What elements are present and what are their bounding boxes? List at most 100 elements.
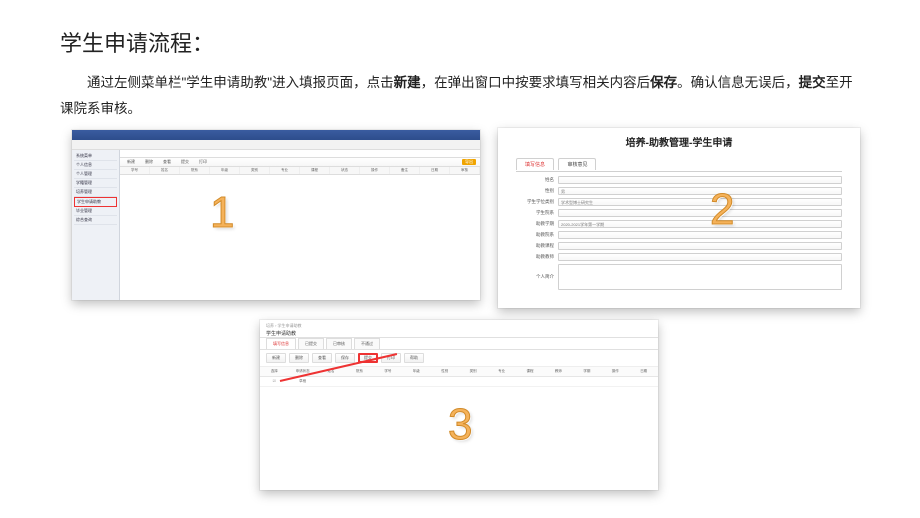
label-student-dept: 学生院系 (516, 210, 558, 216)
field-ta-teacher[interactable] (558, 253, 842, 261)
new-button[interactable]: 新建 (124, 159, 138, 165)
breadcrumb: 培养 › 学生申请助教 (266, 323, 652, 329)
field-bio[interactable] (558, 264, 842, 290)
screenshot-1: 系统菜单 个人信息 个人管理 学籍管理 培养管理 学生申请助教 毕业管理 综合查… (72, 130, 480, 300)
cell (544, 379, 572, 384)
bold-save: 保存 (650, 75, 677, 90)
cell (629, 379, 657, 384)
col: 院系 (345, 369, 373, 374)
col: 审核 (450, 167, 480, 174)
field-name[interactable] (558, 176, 842, 184)
col: 教师 (544, 369, 572, 374)
col: 备注 (390, 167, 420, 174)
page-title: 学生申请流程： (0, 0, 920, 58)
col: 课程 (516, 369, 544, 374)
label-name: 姓名 (516, 177, 558, 183)
help-button[interactable]: 帮助 (404, 353, 424, 363)
col: 课程 (300, 167, 330, 174)
field-gender[interactable]: 男 (558, 187, 842, 195)
tab-approved[interactable]: 已审核 (326, 338, 352, 349)
cell (573, 379, 601, 384)
field-ta-dept[interactable] (558, 231, 842, 239)
screenshot-2: 培养-助教管理-学生申请 填写信息 审核意见 姓名 性别男 学生学位类别学术型博… (498, 128, 860, 308)
table-header: 学号 姓名 院系 年级 类别 专业 课程 状态 操作 备注 日期 审核 (120, 167, 480, 175)
content-tabs (120, 150, 480, 158)
cell (601, 379, 629, 384)
desc-text: ，在弹出窗口中按要求填写相关内容后 (421, 75, 651, 90)
col: 操作 (360, 167, 390, 174)
tab-draft[interactable]: 填写信息 (266, 338, 296, 349)
label-gender: 性别 (516, 188, 558, 194)
sidebar-item[interactable]: 毕业管理 (74, 207, 117, 216)
desc-text: 通过左侧菜单栏"学生申请助教"进入填报页面，点击 (87, 75, 394, 90)
col: 性别 (431, 369, 459, 374)
col: 选择 (260, 369, 288, 374)
instruction-paragraph: 通过左侧菜单栏"学生申请助教"进入填报页面，点击新建，在弹出窗口中按要求填写相关… (0, 58, 920, 121)
sidebar-item-apply-ta[interactable]: 学生申请助教 (74, 197, 117, 207)
label-ta-dept: 助教院系 (516, 232, 558, 238)
bold-new: 新建 (394, 75, 421, 90)
col: 学期 (573, 369, 601, 374)
tab-review[interactable]: 审核意见 (558, 158, 596, 170)
app-menubar (72, 140, 480, 150)
view-button[interactable]: 查看 (312, 353, 332, 363)
sidebar-item[interactable]: 学籍管理 (74, 179, 117, 188)
step-number-1: 1 (210, 188, 234, 238)
sidebar-item[interactable]: 培养管理 (74, 188, 117, 197)
submit-button[interactable]: 提交 (178, 159, 192, 165)
col: 专业 (487, 369, 515, 374)
empty-table-body (120, 175, 480, 300)
desc-text: 。确认信息无误后， (677, 75, 799, 90)
tab-submitted[interactable]: 已提交 (298, 338, 324, 349)
sidebar: 系统菜单 个人信息 个人管理 学籍管理 培养管理 学生申请助教 毕业管理 综合查… (72, 150, 120, 300)
field-ta-term[interactable]: 2020-2021学年第一学期 (558, 220, 842, 228)
col: 类别 (459, 369, 487, 374)
status-tabs: 填写信息 已提交 已审核 不通过 (260, 338, 658, 350)
col: 日期 (629, 369, 657, 374)
sidebar-item[interactable]: 个人信息 (74, 161, 117, 170)
print-button[interactable]: 打印 (196, 159, 210, 165)
app-titlebar (72, 130, 480, 140)
bold-submit: 提交 (799, 75, 826, 90)
cell (345, 379, 373, 384)
field-degree-type[interactable]: 学术型博士研究生 (558, 198, 842, 206)
save-button[interactable]: 保存 (335, 353, 355, 363)
field-student-dept[interactable] (558, 209, 842, 217)
label-bio: 个人简介 (516, 274, 558, 280)
view-button[interactable]: 查看 (160, 159, 174, 165)
cell (516, 379, 544, 384)
sidebar-item[interactable]: 系统菜单 (74, 152, 117, 161)
cell (374, 379, 402, 384)
field-ta-course[interactable] (558, 242, 842, 250)
col: 状态 (330, 167, 360, 174)
cell (431, 379, 459, 384)
label-ta-term: 助教学期 (516, 221, 558, 227)
col: 学号 (374, 369, 402, 374)
tab-fill-info[interactable]: 填写信息 (516, 158, 554, 170)
dialog-title: 培养-助教管理-学生申请 (516, 134, 842, 149)
toolbar: 新建 删除 查看 提交 打印 导出 (120, 158, 480, 167)
col: 专业 (270, 167, 300, 174)
tab-rejected[interactable]: 不通过 (354, 338, 380, 349)
section-header: 学生申请助教 (266, 330, 652, 337)
new-button[interactable]: 新建 (266, 353, 286, 363)
cell (459, 379, 487, 384)
sidebar-item[interactable]: 综合查询 (74, 216, 117, 225)
col: 姓名 (150, 167, 180, 174)
export-button[interactable]: 导出 (462, 159, 476, 165)
label-degree-type: 学生学位类别 (516, 199, 558, 205)
step-number-3: 3 (448, 400, 472, 450)
table-row[interactable]: ☑ 草稿 (260, 377, 658, 387)
delete-button[interactable]: 删除 (289, 353, 309, 363)
delete-button[interactable]: 删除 (142, 159, 156, 165)
label-ta-course: 助教课程 (516, 243, 558, 249)
step-number-2: 2 (710, 185, 734, 235)
cell (487, 379, 515, 384)
cell (317, 379, 345, 384)
col: 年级 (210, 167, 240, 174)
cell (402, 379, 430, 384)
sidebar-item[interactable]: 个人管理 (74, 170, 117, 179)
cell: 草稿 (288, 379, 316, 384)
col: 年级 (402, 369, 430, 374)
col: 院系 (180, 167, 210, 174)
